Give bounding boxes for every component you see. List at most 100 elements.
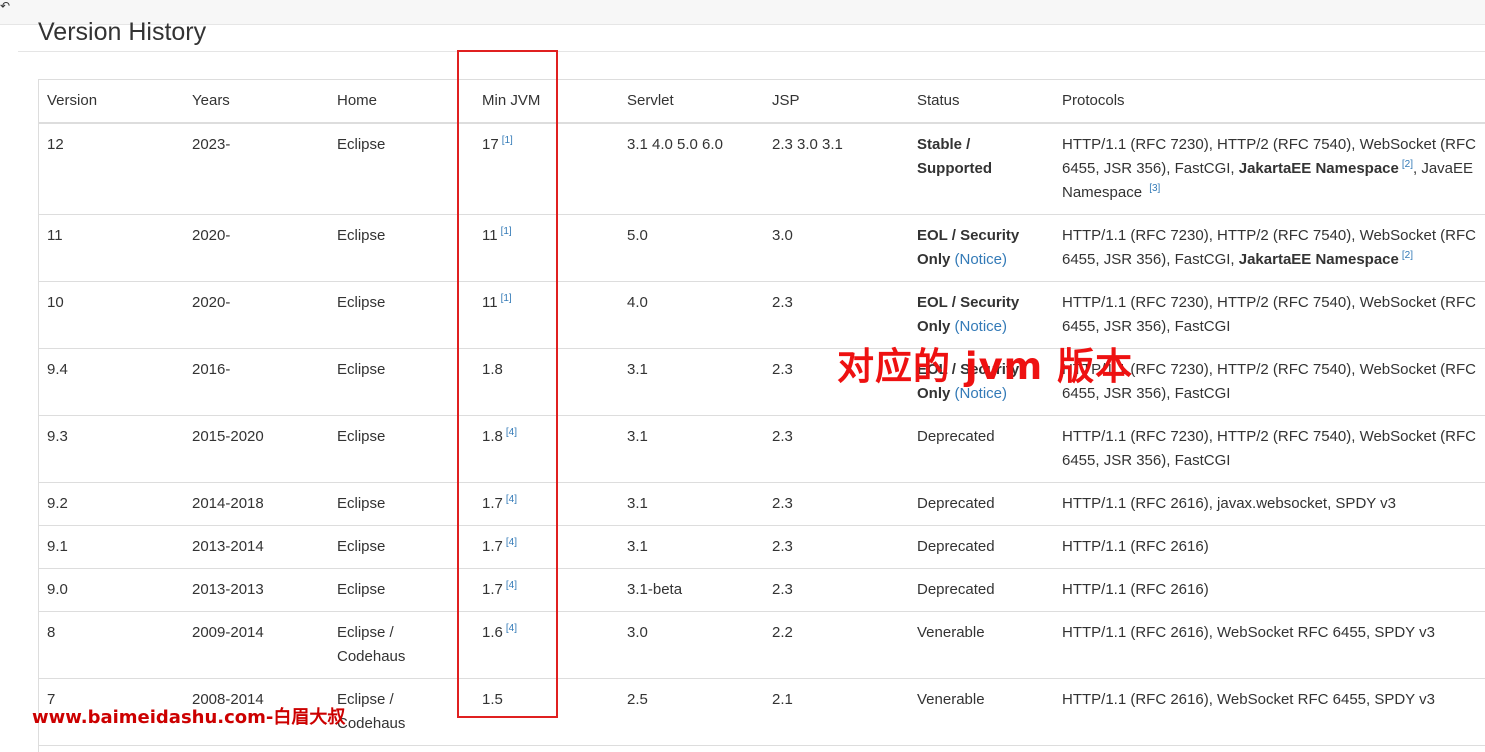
emphasis-text: JakartaEE Namespace <box>1238 251 1399 268</box>
column-header-status: Status <box>909 80 1054 124</box>
cell-home: Eclipse <box>329 123 474 215</box>
text-segment: HTTP/1.1 (RFC 7230), HTTP/2 (RFC 7540), … <box>1062 294 1476 335</box>
cell-years: 2014-2018 <box>184 482 329 526</box>
min-jvm-highlight-box <box>457 50 558 718</box>
text-segment: Venerable <box>917 624 985 641</box>
cell-version: 9.3 <box>39 415 184 483</box>
table-row: 8 2009-2014 Eclipse / Codehaus 1.6 [4] 3.0 2.2… <box>39 611 1485 679</box>
cell-servlet: 3.1 <box>619 525 764 569</box>
table-row: 9.0 2013-2013 Eclipse 1.7 [4] 3.1-beta 2.3 Depr… <box>39 568 1485 612</box>
cell-servlet: 3.0 <box>619 611 764 679</box>
cell-status: Deprecated <box>909 568 1054 612</box>
cell-version: 11 <box>39 214 184 282</box>
emphasis-text: Stable / Supported <box>917 136 992 177</box>
text-segment: HTTP/1.1 (RFC 2616), javax.websocket, SP… <box>1062 495 1397 512</box>
cell-jsp: 2.2 <box>764 611 909 679</box>
cell-protocols: HTTP/1.1 (RFC 2616), WebSocket RFC 6455,… <box>1054 678 1485 746</box>
text-segment: Deprecated <box>917 495 995 512</box>
version-history-table-container: Version Years Home Min JVM Servlet JSP S… <box>38 79 1485 752</box>
cell-home: Eclipse <box>329 214 474 282</box>
version-history-table: Version Years Home Min JVM Servlet JSP S… <box>39 80 1485 746</box>
text-segment: HTTP/1.1 (RFC 2616) <box>1062 581 1209 598</box>
text-segment: HTTP/1.1 (RFC 2616), WebSocket RFC 6455,… <box>1062 624 1435 641</box>
table-row: 12 2023- Eclipse 17 [1] 3.1 4.0 5.0 6.0 2.3 3.… <box>39 123 1485 215</box>
table-row: 9.2 2014-2018 Eclipse 1.7 [4] 3.1 2.3 Deprecate… <box>39 482 1485 526</box>
cell-status: Venerable <box>909 678 1054 746</box>
column-header-years: Years <box>184 80 329 124</box>
cell-protocols: HTTP/1.1 (RFC 2616) <box>1054 568 1485 612</box>
text-segment: HTTP/1.1 (RFC 2616) <box>1062 538 1209 555</box>
emphasis-text: JakartaEE Namespace <box>1238 160 1399 177</box>
column-header-servlet: Servlet <box>619 80 764 124</box>
cell-jsp: 2.1 <box>764 678 909 746</box>
cell-version: 9.0 <box>39 568 184 612</box>
footnote-link[interactable]: [2] <box>1402 159 1413 170</box>
text-segment: HTTP/1.1 (RFC 7230), HTTP/2 (RFC 7540), … <box>1062 428 1476 469</box>
cell-servlet: 3.1 <box>619 482 764 526</box>
table-row: 10 2020- Eclipse 11 [1] 4.0 2.3 EOL / Security … <box>39 281 1485 349</box>
cell-version: 9.4 <box>39 348 184 416</box>
cell-home: Eclipse <box>329 482 474 526</box>
cell-home: Eclipse <box>329 568 474 612</box>
cell-status: EOL / Security Only (Notice) <box>909 214 1054 282</box>
cell-status: Stable / Supported <box>909 123 1054 215</box>
table-row: 9.3 2015-2020 Eclipse 1.8 [4] 3.1 2.3 Deprecate… <box>39 415 1485 483</box>
cell-home: Eclipse <box>329 525 474 569</box>
browser-top-bar: ↶ <box>0 0 1485 25</box>
column-header-jsp: JSP <box>764 80 909 124</box>
cell-jsp: 2.3 3.0 3.1 <box>764 123 909 215</box>
cell-home: Eclipse / Codehaus <box>329 678 474 746</box>
notice-link[interactable]: (Notice) <box>950 318 1008 335</box>
cell-years: 2015-2020 <box>184 415 329 483</box>
cell-version: 8 <box>39 611 184 679</box>
table-row: 9.4 2016- Eclipse 1.8 3.1 2.3 EOL / Security O… <box>39 348 1485 416</box>
cell-servlet: 3.1 <box>619 415 764 483</box>
cell-home: Eclipse <box>329 348 474 416</box>
title-divider <box>18 51 1485 52</box>
table-row: 9.1 2013-2014 Eclipse 1.7 [4] 3.1 2.3 Deprecate… <box>39 525 1485 569</box>
cell-home: Eclipse <box>329 415 474 483</box>
footnote-link[interactable]: [2] <box>1402 250 1413 261</box>
footnote-link[interactable]: [3] <box>1149 183 1160 194</box>
cell-jsp: 2.3 <box>764 568 909 612</box>
cell-version: 9.2 <box>39 482 184 526</box>
text-segment: Deprecated <box>917 428 995 445</box>
text-segment: Deprecated <box>917 538 995 555</box>
cell-status: Deprecated <box>909 415 1054 483</box>
jvm-version-annotation: 对应的 jvm 版本 <box>837 345 1134 388</box>
cell-servlet: 3.1 <box>619 348 764 416</box>
cell-version: 12 <box>39 123 184 215</box>
column-header-version: Version <box>39 80 184 124</box>
cell-years: 2016- <box>184 348 329 416</box>
cell-years: 2013-2014 <box>184 525 329 569</box>
cell-years: 2013-2013 <box>184 568 329 612</box>
cell-jsp: 2.3 <box>764 525 909 569</box>
text-segment: Deprecated <box>917 581 995 598</box>
cell-years: 2020- <box>184 214 329 282</box>
table-body: 12 2023- Eclipse 17 [1] 3.1 4.0 5.0 6.0 2.3 3.… <box>39 123 1485 746</box>
cell-version: 10 <box>39 281 184 349</box>
page-title: Version History <box>38 18 207 46</box>
cell-servlet: 3.1-beta <box>619 568 764 612</box>
site-watermark: www.baimeidashu.com-白眉大叔 <box>32 707 346 728</box>
table-row: 11 2020- Eclipse 11 [1] 5.0 3.0 EOL / Security … <box>39 214 1485 282</box>
cell-status: Deprecated <box>909 525 1054 569</box>
cell-status: Deprecated <box>909 482 1054 526</box>
cell-protocols: HTTP/1.1 (RFC 2616), WebSocket RFC 6455,… <box>1054 611 1485 679</box>
cell-years: 2020- <box>184 281 329 349</box>
cell-years: 2009-2014 <box>184 611 329 679</box>
cell-protocols: HTTP/1.1 (RFC 7230), HTTP/2 (RFC 7540), … <box>1054 214 1485 282</box>
column-header-home: Home <box>329 80 474 124</box>
cell-status: Venerable <box>909 611 1054 679</box>
column-header-protocols: Protocols <box>1054 80 1485 124</box>
notice-link[interactable]: (Notice) <box>950 251 1008 268</box>
cell-servlet: 5.0 <box>619 214 764 282</box>
cell-jsp: 2.3 <box>764 482 909 526</box>
table-header-row: Version Years Home Min JVM Servlet JSP S… <box>39 80 1485 124</box>
undo-icon[interactable]: ↶ <box>0 0 10 12</box>
cell-servlet: 2.5 <box>619 678 764 746</box>
text-segment: Venerable <box>917 691 985 708</box>
cell-protocols: HTTP/1.1 (RFC 7230), HTTP/2 (RFC 7540), … <box>1054 415 1485 483</box>
cell-protocols: HTTP/1.1 (RFC 2616) <box>1054 525 1485 569</box>
cell-protocols: HTTP/1.1 (RFC 2616), javax.websocket, SP… <box>1054 482 1485 526</box>
